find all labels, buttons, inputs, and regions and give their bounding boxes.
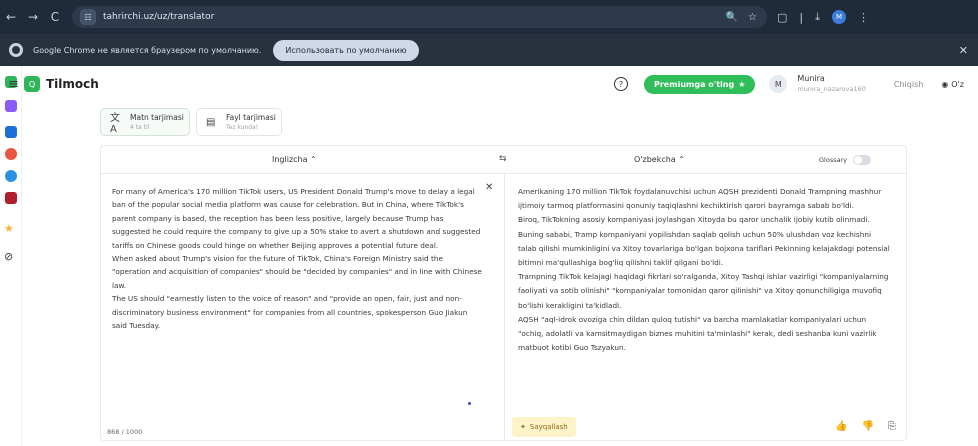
profile-avatar[interactable]: M [832,10,846,24]
url-text: tahrirchi.uz/uz/translator [103,12,215,22]
source-language-select[interactable]: Inglizcha ⌃ [272,155,317,164]
back-icon[interactable]: ← [0,6,22,28]
ui-language-label: O'z [951,79,964,89]
target-language-select[interactable]: O'zbekcha ⌃ [634,155,685,164]
mode-title: Fayl tarjimasi [226,113,276,122]
set-default-button[interactable]: Использовать по умолчанию [273,39,419,61]
source-paragraph: For many of America's 170 million TikTok… [112,187,481,250]
zoom-icon[interactable]: 🔍 [726,12,738,23]
target-paragraph: Biroq, TikTokning asosiy kompaniyasi joy… [518,215,890,268]
default-browser-infobar: Google Chrome не является браузером по у… [0,34,978,66]
glossary-toggle[interactable]: Glossary [819,155,872,165]
target-paragraph: Trampning TikTok kelajagi haqidagi fikrl… [518,272,889,310]
forward-icon[interactable]: → [22,6,44,28]
outlook-ext-icon[interactable] [5,126,17,138]
cursor-dot [468,402,471,405]
file-icon: ▤ [206,116,216,128]
download-icon[interactable]: ⤓ [815,10,820,24]
pen-ext-icon[interactable] [5,100,17,112]
translator-panel: Inglizcha ⌃ ⇆ O'zbekcha ⌃ Glossary For m… [100,145,907,441]
reload-icon[interactable]: C [44,6,66,28]
help-icon[interactable]: ? [614,77,628,91]
mode-text-translation[interactable]: 文A Matn tarjimasi 4 ta til [100,108,190,136]
glossary-label: Glossary [819,156,848,164]
target-text: Amerikaning 170 million TikTok foydalanu… [518,185,890,355]
source-input[interactable]: For many of America's 170 million TikTok… [101,174,505,440]
ui-language-select[interactable]: ◉ O'z [941,80,964,89]
translation-output: Amerikaning 170 million TikTok foydalanu… [506,174,906,440]
mode-subtitle: Tez kunda! [226,124,259,131]
mode-title: Matn tarjimasi [130,113,184,122]
close-icon[interactable]: ✕ [485,182,493,193]
star-icon[interactable]: ★ [4,222,16,235]
avatar[interactable]: M [769,75,788,93]
star-badge-icon: ★ [738,79,746,89]
source-language-label: Inglizcha [272,155,308,164]
address-bar[interactable]: ☷ tahrirchi.uz/uz/translator 🔍 ☆ [72,6,767,28]
extensions-icon[interactable]: ▢ [777,11,787,24]
help-ext-icon[interactable]: ⊘ [4,250,16,263]
divider: | [799,10,804,24]
browser-toolbar: ← → C ☷ tahrirchi.uz/uz/translator 🔍 ☆ ▢… [0,0,978,34]
app-ext-icon[interactable] [5,192,17,204]
globe-icon: ◉ [941,79,949,89]
premium-button[interactable]: Premiumga o'ting ★ [644,74,756,94]
menu-icon[interactable]: ≡ [8,77,19,92]
chevron-up-icon: ⌃ [310,155,317,164]
target-paragraph: AQSH "aql-idrok ovoziga chin dildan qulo… [518,314,877,353]
user-email: munira_nazarova160 [797,85,866,93]
chevron-up-icon: ⌃ [678,155,685,164]
toggle-switch[interactable] [853,155,872,165]
site-settings-icon[interactable]: ☷ [80,9,96,25]
browser-menu-icon[interactable]: ⋮ [858,11,869,24]
logo-icon: Q [24,76,40,92]
thumbs-up-icon[interactable]: 👍 [835,421,847,432]
polish-button[interactable]: ✦ Sayqallash [512,417,576,437]
copy-icon[interactable]: ⎘ [888,421,896,432]
source-paragraph: The US should "earnestly listen to the v… [112,294,468,331]
source-paragraph: When asked about Trump's vision for the … [112,254,482,290]
mode-subtitle: 4 ta til [130,124,150,131]
target-paragraph: Amerikaning 170 million TikTok foydalanu… [518,187,882,211]
character-counter: 868 / 1000 [107,428,143,436]
infobar-message: Google Chrome не является браузером по у… [33,45,262,55]
language-bar: Inglizcha ⌃ ⇆ O'zbekcha ⌃ Glossary [101,146,906,174]
source-text[interactable]: For many of America's 170 million TikTok… [112,185,482,332]
user-name: Munira [797,74,825,83]
translate-icon: 文A [110,113,120,135]
user-info: Munira munira_nazarova160 [797,74,866,94]
telegram-ext-icon[interactable] [5,170,17,182]
bookmark-star-icon[interactable]: ☆ [748,12,757,23]
swap-languages-icon[interactable]: ⇆ [499,154,507,164]
mode-file-translation[interactable]: ▤ Fayl tarjimasi Tez kunda! [196,108,282,136]
polish-label: Sayqallash [529,423,568,431]
side-extension-rail: ★ ⊘ [0,66,22,446]
brand-name[interactable]: Tilmoch [46,77,99,91]
logout-button[interactable]: Chiqish [894,80,923,89]
target-language-label: O'zbekcha [634,155,676,164]
app-header: ≡ Q Tilmoch ? Premiumga o'ting ★ M Munir… [8,66,978,102]
feedback-actions: 👍 👎 ⎘ [835,421,896,432]
close-icon[interactable]: ✕ [959,44,968,57]
premium-label: Premiumga o'ting [654,79,735,89]
thumbs-down-icon[interactable]: 👎 [861,421,873,432]
chrome-icon [9,43,23,57]
chrome-ext-icon[interactable] [5,148,17,160]
sparkle-icon: ✦ [520,423,526,431]
